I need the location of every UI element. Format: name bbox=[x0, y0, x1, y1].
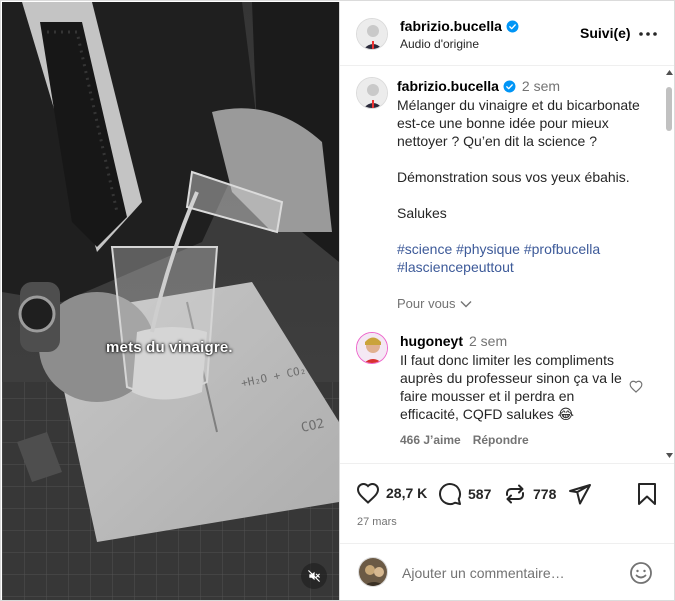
caption-time[interactable]: 2 sem bbox=[522, 78, 560, 94]
like-comment-heart-icon[interactable] bbox=[629, 380, 643, 393]
caption-header: fabrizio.bucella 2 sem bbox=[397, 78, 560, 94]
comment-header: hugoneyt 2 sem bbox=[400, 333, 507, 349]
commenter-avatar[interactable] bbox=[356, 332, 388, 364]
verified-badge-icon bbox=[503, 80, 516, 93]
video-frame-image: +H₂O + CO₂ CO2 bbox=[2, 2, 339, 600]
emoji-smiley-icon[interactable] bbox=[629, 561, 653, 585]
author-avatar-image bbox=[357, 19, 387, 49]
for-you-text[interactable]: Pour vous bbox=[397, 296, 456, 311]
comment-button[interactable]: 587 bbox=[438, 482, 491, 506]
commenter-avatar-image bbox=[357, 333, 387, 363]
for-you-label[interactable]: Pour vous bbox=[397, 296, 472, 311]
comment-time[interactable]: 2 sem bbox=[469, 333, 507, 349]
post-modal: +H₂O + CO₂ CO2 mets du vinaigre. bbox=[0, 0, 675, 601]
muted-speaker-icon bbox=[308, 570, 320, 582]
author-avatar[interactable] bbox=[356, 18, 388, 50]
share-paper-plane-icon bbox=[569, 484, 591, 505]
current-user-avatar-image bbox=[359, 558, 387, 586]
author-username[interactable]: fabrizio.bucella bbox=[400, 18, 519, 34]
caption-text: Mélanger du vinaigre et du bicarbonate e… bbox=[397, 96, 657, 294]
post-actions-bar: 28,7 K 587 778 27 mars bbox=[340, 463, 674, 543]
current-user-avatar[interactable] bbox=[358, 557, 388, 587]
repost-count[interactable]: 778 bbox=[533, 486, 556, 502]
like-count[interactable]: 28,7 K bbox=[386, 485, 427, 501]
repost-button[interactable]: 778 bbox=[503, 482, 556, 506]
comment-text: Il faut donc limiter les compliments aup… bbox=[400, 352, 622, 422]
mute-button[interactable] bbox=[301, 563, 327, 589]
caption-username[interactable]: fabrizio.bucella bbox=[397, 78, 499, 94]
add-comment-bar bbox=[340, 543, 674, 600]
author-username-text[interactable]: fabrizio.bucella bbox=[400, 18, 502, 34]
reel-video[interactable]: +H₂O + CO₂ CO2 mets du vinaigre. bbox=[2, 2, 339, 600]
comment-count[interactable]: 587 bbox=[468, 486, 491, 502]
bookmark-icon bbox=[638, 483, 656, 505]
scrollbar-thumb[interactable] bbox=[666, 87, 672, 131]
audio-link[interactable]: Audio d'origine bbox=[400, 37, 479, 51]
like-button[interactable]: 28,7 K bbox=[356, 482, 427, 504]
more-options-icon[interactable] bbox=[639, 32, 657, 36]
hashtags-text[interactable]: #science #physique #profbucella #lascien… bbox=[397, 241, 600, 275]
comment-meta: 466 J’aime Répondre bbox=[400, 433, 529, 447]
commenter-username[interactable]: hugoneyt bbox=[400, 333, 463, 349]
share-button[interactable] bbox=[568, 482, 598, 506]
chevron-down-icon bbox=[460, 300, 472, 307]
repost-icon bbox=[506, 484, 524, 504]
comments-scrollbar[interactable] bbox=[664, 67, 674, 462]
post-date[interactable]: 27 mars bbox=[357, 516, 397, 528]
caption-author-avatar-image bbox=[357, 78, 387, 108]
heart-icon bbox=[356, 482, 380, 504]
scroll-down-arrow-icon[interactable] bbox=[666, 453, 673, 458]
comment-bubble-icon bbox=[439, 483, 462, 506]
post-details-panel: fabrizio.bucella Audio d'origine Suivi(e… bbox=[339, 2, 674, 600]
comment-input[interactable] bbox=[402, 562, 622, 584]
caption-paragraph: Mélanger du vinaigre et du bicarbonate e… bbox=[397, 97, 640, 149]
caption-paragraph: Salukes bbox=[397, 205, 447, 221]
caption-author-avatar[interactable] bbox=[356, 77, 388, 109]
caption-hashtags[interactable]: #science #physique #profbucella #lascien… bbox=[397, 240, 657, 276]
video-caption: mets du vinaigre. bbox=[106, 339, 233, 356]
following-button[interactable]: Suivi(e) bbox=[580, 25, 631, 41]
comments-scroll-area[interactable]: fabrizio.bucella 2 sem Mélanger du vinaig… bbox=[340, 67, 674, 462]
caption-paragraph: Démonstration sous vos yeux ébahis. bbox=[397, 169, 630, 185]
save-button[interactable] bbox=[636, 482, 664, 506]
scroll-up-arrow-icon[interactable] bbox=[666, 70, 673, 75]
reply-button[interactable]: Répondre bbox=[473, 433, 529, 447]
post-header: fabrizio.bucella Audio d'origine Suivi(e… bbox=[340, 2, 674, 66]
verified-badge-icon bbox=[506, 20, 519, 33]
comment-likes[interactable]: 466 J’aime bbox=[400, 433, 461, 447]
